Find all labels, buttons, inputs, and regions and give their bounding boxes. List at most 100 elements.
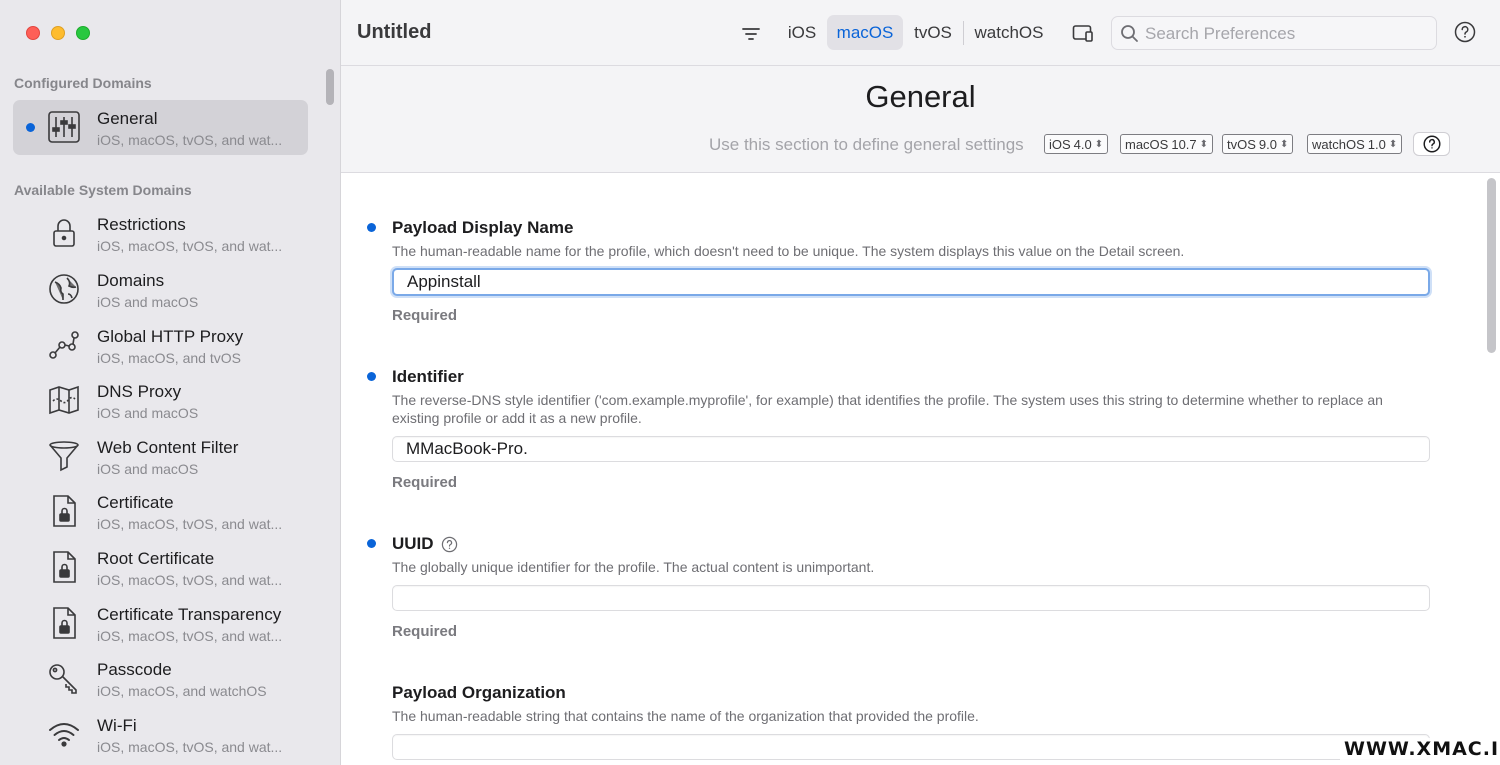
identifier-input[interactable] <box>392 436 1430 462</box>
sidebar-item-title: Web Content Filter <box>97 438 239 457</box>
uuid-input[interactable] <box>392 585 1430 611</box>
tab-macos[interactable]: macOS <box>827 15 903 50</box>
sidebar-item-general[interactable]: General iOS, macOS, tvOS, and wat... <box>13 100 308 155</box>
device-icon[interactable] <box>1072 22 1094 44</box>
sidebar-scrollbar[interactable] <box>326 69 334 105</box>
tab-watchos[interactable]: watchOS <box>969 15 1049 50</box>
version-os: tvOS <box>1227 136 1256 152</box>
payload-display-name-input[interactable] <box>392 268 1430 296</box>
sidebar: Configured Domains General iOS, macOS, t… <box>0 0 341 765</box>
tab-divider <box>963 21 964 45</box>
sidebar-item-passcode[interactable]: Passcode iOS, macOS, and watchOS <box>13 651 308 706</box>
configured-dot <box>26 123 35 132</box>
sidebar-item-root-certificate[interactable]: Root Certificate iOS, macOS, tvOS, and w… <box>13 540 308 595</box>
key-icon <box>46 660 82 696</box>
required-label: Required <box>392 623 458 640</box>
payload-organization-input[interactable] <box>392 734 1430 760</box>
sidebar-item-title: General <box>97 109 158 128</box>
version-badge-tvos[interactable]: tvOS 9.0 ⬍ <box>1222 134 1294 154</box>
stepper-icon: ⬍ <box>1094 138 1104 150</box>
sidebar-item-title: Passcode <box>97 660 172 679</box>
sidebar-item-subtitle: iOS, macOS, and watchOS <box>97 683 267 699</box>
content-area: Payload Display Name The human-readable … <box>341 174 1500 765</box>
version-badge-watchos[interactable]: watchOS 1.0 ⬍ <box>1307 134 1403 154</box>
section-header: General Use this section to define gener… <box>341 66 1500 173</box>
stepper-icon: ⬍ <box>1199 138 1209 150</box>
sidebar-item-subtitle: iOS, macOS, tvOS, and wat... <box>97 739 283 755</box>
sidebar-item-wi-fi[interactable]: Wi-Fi iOS, macOS, tvOS, and wat... <box>13 707 308 762</box>
sidebar-item-subtitle: iOS, macOS, and tvOS <box>97 350 241 366</box>
field-description: The reverse-DNS style identifier ('com.e… <box>392 392 1383 426</box>
search-field[interactable] <box>1111 16 1437 50</box>
field-description: The globally unique identifier for the p… <box>392 559 875 575</box>
sidebar-item-title: Global HTTP Proxy <box>97 327 244 346</box>
sidebar-item-domains[interactable]: Domains iOS and macOS <box>13 262 308 317</box>
sidebar-item-subtitle: iOS and macOS <box>97 405 199 421</box>
sidebar-item-certificate-transparency[interactable]: Certificate Transparency iOS, macOS, tvO… <box>13 596 308 651</box>
lock-icon <box>46 215 82 251</box>
configured-domains-heading: Configured Domains <box>14 75 152 91</box>
sidebar-item-subtitle: iOS, macOS, tvOS, and wat... <box>97 132 283 148</box>
globe-icon <box>46 271 82 307</box>
version-badge-macos[interactable]: macOS 10.7 ⬍ <box>1120 134 1214 154</box>
version-os: macOS <box>1125 136 1169 152</box>
sidebar-item-title: DNS Proxy <box>97 382 182 401</box>
sidebar-item-global-http-proxy[interactable]: Global HTTP Proxy iOS, macOS, and tvOS <box>13 318 308 373</box>
section-description: Use this section to define general setti… <box>709 135 1024 154</box>
toolbar: Untitled iOS macOS tvOS watchOS <box>341 0 1500 66</box>
field-label: Payload Organization <box>392 683 566 702</box>
close-button[interactable] <box>26 26 40 40</box>
stepper-icon: ⬍ <box>1388 138 1398 150</box>
required-dot <box>367 372 376 381</box>
zoom-button[interactable] <box>76 26 90 40</box>
version-os: watchOS <box>1312 136 1365 152</box>
certificate-icon <box>46 493 82 529</box>
version-number: 1.0 <box>1367 136 1386 152</box>
sidebar-item-web-content-filter[interactable]: Web Content Filter iOS and macOS <box>13 429 308 484</box>
wifi-icon <box>46 716 82 752</box>
sidebar-item-dns-proxy[interactable]: DNS Proxy iOS and macOS <box>13 373 308 428</box>
sidebar-item-subtitle: iOS and macOS <box>97 461 199 477</box>
required-label: Required <box>392 307 458 324</box>
sidebar-item-title: Certificate Transparency <box>97 605 282 624</box>
certificate-icon <box>46 549 82 585</box>
sidebar-item-subtitle: iOS, macOS, tvOS, and wat... <box>97 628 283 644</box>
section-help-button[interactable] <box>1413 132 1450 156</box>
certificate-icon <box>46 605 82 641</box>
version-number: 9.0 <box>1258 136 1277 152</box>
search-input[interactable] <box>1145 22 1425 46</box>
network-icon <box>46 327 82 363</box>
sidebar-item-title: Certificate <box>97 493 174 512</box>
help-icon[interactable] <box>1454 21 1476 43</box>
map-icon <box>46 382 82 418</box>
sidebar-item-subtitle: iOS, macOS, tvOS, and wat... <box>97 572 283 588</box>
sliders-icon <box>46 109 82 145</box>
sidebar-item-title: Domains <box>97 271 165 290</box>
version-number: 10.7 <box>1171 136 1197 152</box>
required-label: Required <box>392 474 458 491</box>
sidebar-item-subtitle: iOS and macOS <box>97 294 199 310</box>
sidebar-item-restrictions[interactable]: Restrictions iOS, macOS, tvOS, and wat..… <box>13 206 308 261</box>
field-label: Payload Display Name <box>392 218 574 237</box>
version-badge-ios[interactable]: iOS 4.0 ⬍ <box>1044 134 1109 154</box>
window-title: Untitled <box>357 21 432 43</box>
help-icon <box>1422 135 1441 153</box>
tab-tvos[interactable]: tvOS <box>907 15 959 50</box>
field-description: The human-readable string that contains … <box>392 708 979 724</box>
content-scrollbar[interactable] <box>1487 178 1496 353</box>
watermark: WWW.XMAC.IM <box>1340 738 1500 760</box>
required-dot <box>367 223 376 232</box>
required-dot <box>367 539 376 548</box>
minimize-button[interactable] <box>51 26 65 40</box>
version-number: 4.0 <box>1073 136 1092 152</box>
sidebar-item-title: Restrictions <box>97 215 186 234</box>
tab-ios[interactable]: iOS <box>782 15 822 50</box>
field-label-text: UUID <box>392 534 434 553</box>
sidebar-item-subtitle: iOS, macOS, tvOS, and wat... <box>97 516 283 532</box>
filter-icon[interactable] <box>741 24 761 44</box>
stepper-icon: ⬍ <box>1279 138 1289 150</box>
funnel-icon <box>46 438 82 474</box>
info-icon <box>441 536 457 552</box>
search-icon <box>1120 24 1139 43</box>
sidebar-item-certificate[interactable]: Certificate iOS, macOS, tvOS, and wat... <box>13 484 308 539</box>
